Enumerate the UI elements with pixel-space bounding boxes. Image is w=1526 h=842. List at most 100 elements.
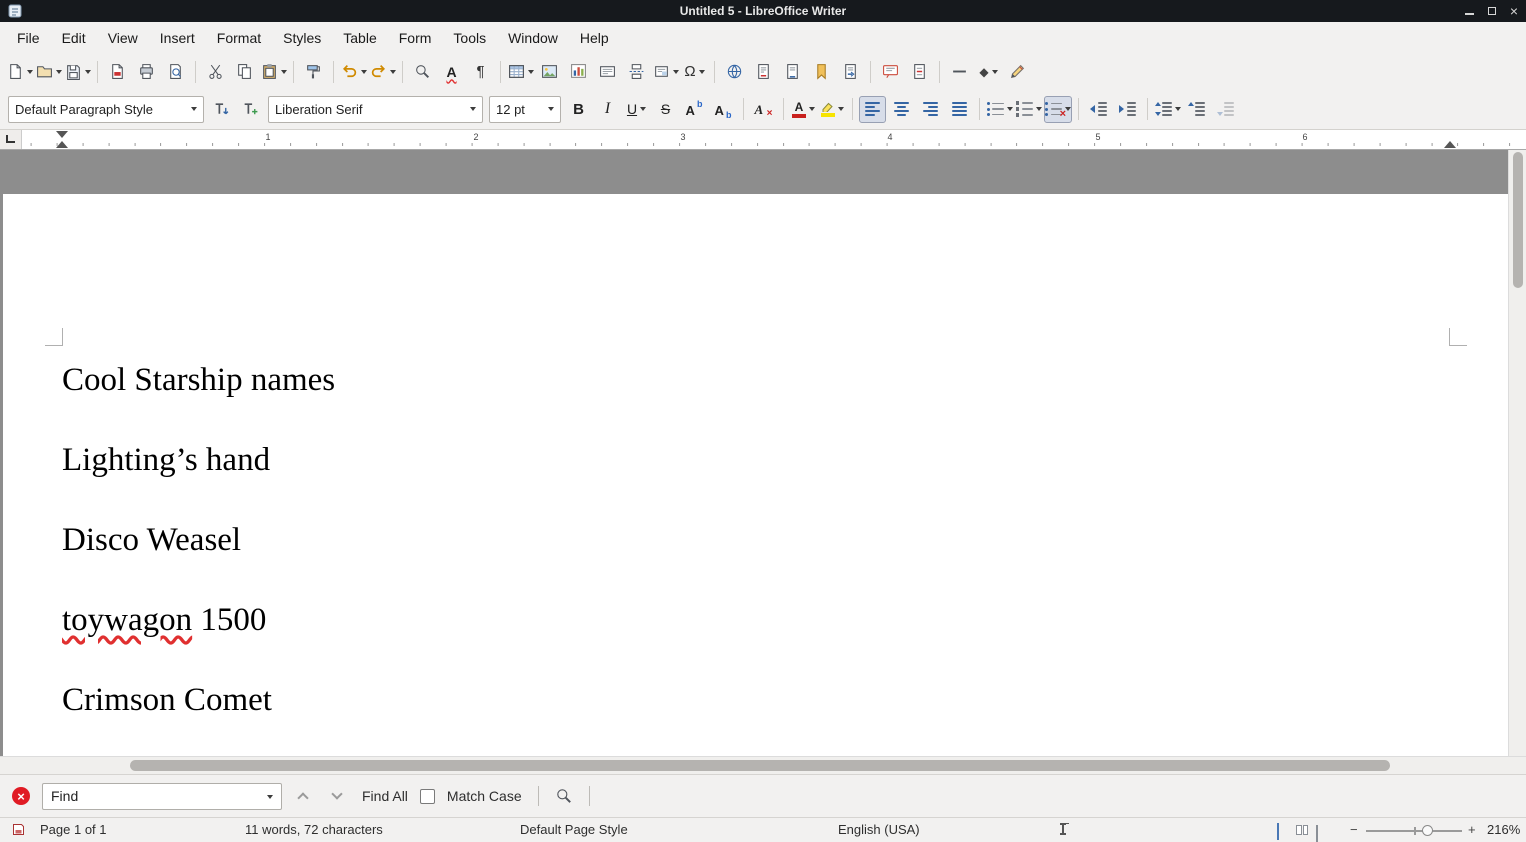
- basic-shapes-button[interactable]: ◆: [975, 58, 1002, 85]
- new-style-button[interactable]: [237, 96, 264, 123]
- horizontal-scrollbar-thumb[interactable]: [130, 760, 1390, 771]
- minimize-button[interactable]: [1465, 7, 1474, 15]
- paragraph-style-combobox[interactable]: Default Paragraph Style: [8, 96, 204, 123]
- insert-cross-reference-button[interactable]: [837, 58, 864, 85]
- track-changes-button[interactable]: [906, 58, 933, 85]
- restore-button[interactable]: [1488, 7, 1496, 15]
- zoom-out-button[interactable]: −: [1350, 822, 1358, 837]
- page-number-status[interactable]: Page 1 of 1: [40, 822, 107, 837]
- insert-chart-button[interactable]: [565, 58, 592, 85]
- paragraph[interactable]: toywagon 1500: [62, 602, 266, 639]
- bullet-list-button[interactable]: [986, 96, 1013, 123]
- insert-footnote-button[interactable]: [750, 58, 777, 85]
- paragraph[interactable]: Lighting’s hand: [62, 442, 270, 479]
- underline-button[interactable]: U: [623, 96, 650, 123]
- insert-page-break-button[interactable]: [623, 58, 650, 85]
- menu-view[interactable]: View: [97, 25, 149, 51]
- print-button[interactable]: [133, 58, 160, 85]
- menu-tools[interactable]: Tools: [442, 25, 497, 51]
- word-count-status[interactable]: 11 words, 72 characters: [245, 822, 383, 837]
- find-replace-button[interactable]: [409, 58, 436, 85]
- close-button[interactable]: ×: [1510, 4, 1518, 18]
- subscript-button[interactable]: Ab: [710, 96, 737, 123]
- left-indent-marker[interactable]: [56, 141, 68, 148]
- justify-button[interactable]: [946, 96, 973, 123]
- clear-formatting-button[interactable]: A×: [750, 96, 777, 123]
- horizontal-scrollbar[interactable]: [0, 756, 1526, 774]
- find-input[interactable]: [42, 783, 282, 810]
- new-document-button[interactable]: [6, 58, 33, 85]
- menu-file[interactable]: File: [6, 25, 51, 51]
- right-indent-marker[interactable]: [1444, 141, 1456, 148]
- align-right-button[interactable]: [917, 96, 944, 123]
- insert-field-button[interactable]: [652, 58, 679, 85]
- no-list-button[interactable]: ×: [1044, 96, 1072, 123]
- decrease-paragraph-spacing-button[interactable]: [1212, 96, 1239, 123]
- find-previous-button[interactable]: [290, 783, 316, 809]
- bold-button[interactable]: B: [565, 96, 592, 123]
- italic-button[interactable]: I: [594, 96, 621, 123]
- insert-endnote-button[interactable]: [779, 58, 806, 85]
- export-pdf-button[interactable]: [104, 58, 131, 85]
- zoom-slider-thumb[interactable]: [1422, 825, 1433, 836]
- insert-comment-button[interactable]: [877, 58, 904, 85]
- vertical-scrollbar-thumb[interactable]: [1513, 152, 1523, 288]
- show-draw-functions-button[interactable]: [1004, 58, 1031, 85]
- insert-horizontal-line-button[interactable]: [946, 58, 973, 85]
- misspelled-word[interactable]: toywagon: [62, 602, 192, 638]
- open-button[interactable]: [35, 58, 62, 85]
- increase-indent-button[interactable]: [1114, 96, 1141, 123]
- formatting-marks-button[interactable]: ¶: [467, 58, 494, 85]
- print-preview-button[interactable]: [162, 58, 189, 85]
- view-layout-single-button[interactable]: [1277, 824, 1279, 839]
- page-style-status[interactable]: Default Page Style: [520, 822, 628, 837]
- close-find-bar-button[interactable]: ×: [12, 787, 30, 805]
- menu-form[interactable]: Form: [388, 25, 443, 51]
- spelling-button[interactable]: A: [438, 58, 465, 85]
- menu-window[interactable]: Window: [497, 25, 569, 51]
- font-color-button[interactable]: A: [790, 96, 817, 123]
- titlebar[interactable]: Untitled 5 - LibreOffice Writer ×: [0, 0, 1526, 22]
- insert-table-button[interactable]: [507, 58, 534, 85]
- find-next-button[interactable]: [324, 783, 350, 809]
- align-left-button[interactable]: [859, 96, 886, 123]
- line-spacing-button[interactable]: [1154, 96, 1181, 123]
- undo-button[interactable]: [340, 58, 367, 85]
- insert-special-character-button[interactable]: Ω: [681, 58, 708, 85]
- paragraph[interactable]: Disco Weasel: [62, 522, 241, 559]
- paragraph[interactable]: Crimson Comet: [62, 682, 272, 719]
- first-line-indent-marker[interactable]: [56, 131, 68, 138]
- tab-stop-selector-icon[interactable]: [6, 135, 15, 143]
- find-combobox[interactable]: [42, 783, 282, 810]
- menu-help[interactable]: Help: [569, 25, 620, 51]
- menu-insert[interactable]: Insert: [149, 25, 206, 51]
- menu-format[interactable]: Format: [206, 25, 272, 51]
- superscript-button[interactable]: Ab: [681, 96, 708, 123]
- update-style-button[interactable]: [208, 96, 235, 123]
- insert-image-button[interactable]: [536, 58, 563, 85]
- insert-textbox-button[interactable]: [594, 58, 621, 85]
- vertical-scrollbar[interactable]: [1508, 150, 1526, 756]
- menu-edit[interactable]: Edit: [51, 25, 97, 51]
- redo-button[interactable]: [369, 58, 396, 85]
- paste-button[interactable]: [260, 58, 287, 85]
- zoom-slider[interactable]: [1366, 830, 1462, 832]
- menu-styles[interactable]: Styles: [272, 25, 332, 51]
- view-layout-book-button[interactable]: [1316, 826, 1318, 841]
- language-status[interactable]: English (USA): [838, 822, 920, 837]
- numbered-list-button[interactable]: [1015, 96, 1042, 123]
- find-and-replace-button[interactable]: [551, 783, 577, 809]
- document-page[interactable]: Cool Starship names Lighting’s hand Disc…: [3, 194, 1508, 756]
- increase-paragraph-spacing-button[interactable]: [1183, 96, 1210, 123]
- insert-bookmark-button[interactable]: [808, 58, 835, 85]
- view-layout-multiple-button[interactable]: [1296, 825, 1308, 835]
- zoom-level[interactable]: 216%: [1487, 822, 1520, 837]
- match-case-checkbox[interactable]: [420, 789, 435, 804]
- clone-formatting-button[interactable]: [300, 58, 327, 85]
- copy-button[interactable]: [231, 58, 258, 85]
- font-size-combobox[interactable]: 12 pt: [489, 96, 561, 123]
- find-all-button[interactable]: Find All: [358, 788, 412, 804]
- font-name-combobox[interactable]: Liberation Serif: [268, 96, 483, 123]
- highlight-color-button[interactable]: [819, 96, 846, 123]
- menu-table[interactable]: Table: [332, 25, 387, 51]
